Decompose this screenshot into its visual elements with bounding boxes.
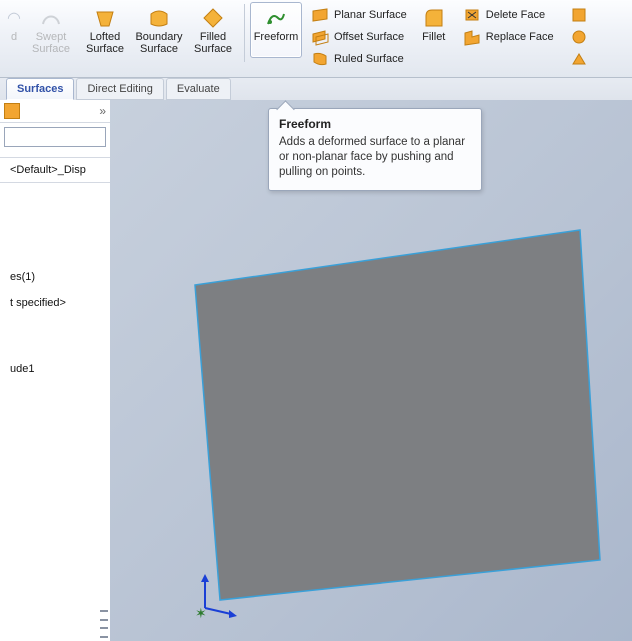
swept-sub: Surface [32, 43, 70, 55]
planar-surface-button[interactable]: Planar Surface [307, 4, 411, 26]
offset-surface-icon [311, 28, 329, 46]
boundary-sub: Surface [140, 43, 178, 55]
tab-surfaces-label: Surfaces [17, 83, 63, 95]
ruled-surface-icon [311, 50, 329, 68]
lofted-label: Lofted [90, 31, 121, 43]
ruled-surface-label: Ruled Surface [334, 53, 404, 65]
fillet-button[interactable]: Fillet [414, 2, 454, 58]
replace-face-icon [463, 28, 481, 46]
tree-item-extrude[interactable]: ude1 [0, 357, 110, 381]
lofted-surface-button[interactable]: LoftedSurface [79, 2, 131, 58]
boundary-surface-button[interactable]: BoundarySurface [133, 2, 185, 58]
more-icon-2 [570, 28, 588, 46]
partial-icon: ◠ [2, 6, 26, 30]
tree-filter-input[interactable] [4, 127, 106, 147]
delete-face-icon [463, 6, 481, 24]
boundary-surface-icon [147, 6, 171, 30]
tab-evaluate[interactable]: Evaluate [166, 78, 231, 100]
tab-evaluate-label: Evaluate [177, 83, 220, 95]
freeform-button[interactable]: Freeform [250, 2, 302, 58]
tree-tool-icon[interactable] [4, 103, 20, 119]
display-state-item[interactable]: <Default>_Disp [0, 157, 110, 183]
more-cmd-2[interactable] [566, 26, 597, 48]
swept-label: Swept [36, 31, 67, 43]
ruled-surface-button[interactable]: Ruled Surface [307, 48, 411, 70]
expand-toolbar-icon[interactable]: » [99, 104, 106, 118]
lofted-surface-icon [93, 6, 117, 30]
filled-sub: Surface [194, 43, 232, 55]
swept-surface-icon [39, 6, 63, 30]
face-commands-list: Delete Face Replace Face [459, 4, 558, 48]
more-cmd-3[interactable] [566, 48, 597, 70]
more-icon-1 [570, 6, 588, 24]
svg-text:✶: ✶ [195, 605, 207, 621]
swept-surface-button: SweptSurface [25, 2, 77, 58]
replace-face-button[interactable]: Replace Face [459, 26, 558, 48]
freeform-icon [264, 6, 288, 30]
filled-label: Filled [200, 31, 226, 43]
offset-surface-label: Offset Surface [334, 31, 404, 43]
sidebar-resize-handle[interactable] [100, 610, 108, 638]
tab-surfaces[interactable]: Surfaces [6, 78, 74, 100]
feature-tree-panel: » <Default>_Disp es(1) t specified> ude1 [0, 100, 111, 641]
freeform-label: Freeform [254, 31, 299, 43]
filled-surface-button[interactable]: FilledSurface [187, 2, 239, 58]
delete-face-button[interactable]: Delete Face [459, 4, 558, 26]
offset-surface-button[interactable]: Offset Surface [307, 26, 411, 48]
command-tabs: Surfaces Direct Editing Evaluate [0, 78, 632, 101]
surface-commands-list: Planar Surface Offset Surface Ruled Surf… [307, 4, 411, 70]
filled-surface-icon [201, 6, 225, 30]
more-icon-3 [570, 50, 588, 68]
tree-item-es[interactable]: es(1) [0, 265, 110, 289]
more-cmd-1[interactable] [566, 4, 597, 26]
ribbon-toolbar: ◠ d SweptSurface LoftedSurface BoundaryS… [0, 0, 632, 78]
replace-face-label: Replace Face [486, 31, 554, 43]
freeform-tooltip: Freeform Adds a deformed surface to a pl… [268, 108, 482, 191]
tab-direct-editing[interactable]: Direct Editing [76, 78, 163, 100]
delete-face-label: Delete Face [486, 9, 545, 21]
planar-surface-icon [311, 6, 329, 24]
planar-surface-label: Planar Surface [334, 9, 407, 21]
lofted-sub: Surface [86, 43, 124, 55]
tooltip-body: Adds a deformed surface to a planar or n… [279, 135, 471, 180]
boundary-label: Boundary [135, 31, 182, 43]
ribbon-separator [244, 4, 245, 62]
feature-tree-toolbar: » [0, 100, 110, 123]
model-surface[interactable] [195, 230, 600, 600]
tab-direct-label: Direct Editing [87, 83, 152, 95]
tooltip-title: Freeform [279, 117, 471, 131]
fillet-label: Fillet [422, 31, 445, 43]
partial-button-d: ◠ d [5, 2, 23, 58]
fillet-icon [422, 6, 446, 30]
tree-item-spec[interactable]: t specified> [0, 291, 110, 315]
partial-label: d [11, 31, 17, 43]
more-commands-list [566, 4, 597, 70]
